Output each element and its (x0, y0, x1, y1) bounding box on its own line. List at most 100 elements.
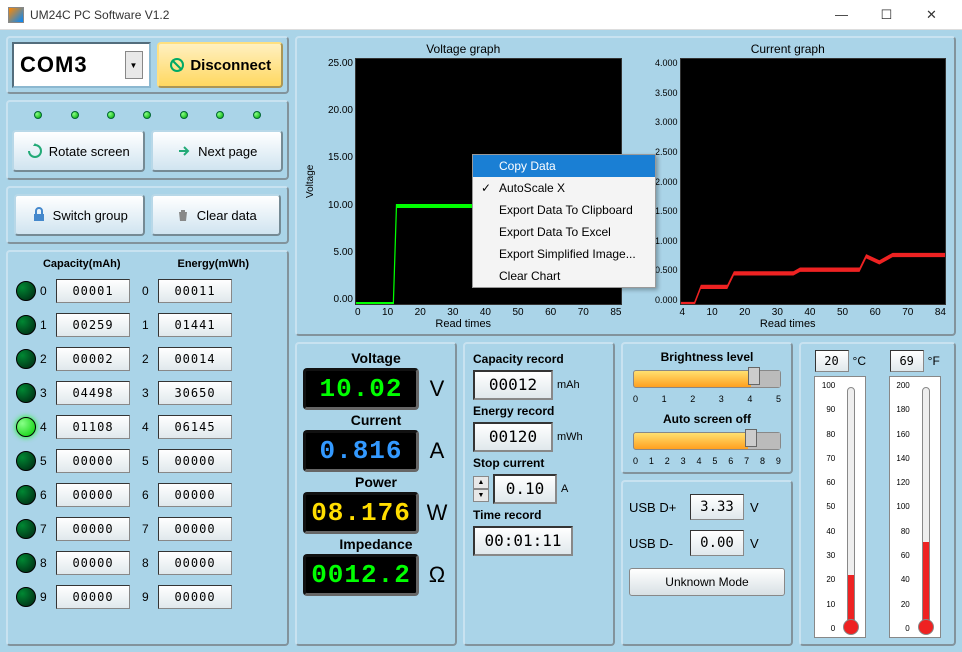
context-menu-item[interactable]: AutoScale X (473, 177, 655, 199)
context-menu-item[interactable]: Clear Chart (473, 265, 655, 287)
context-menu-item[interactable]: Export Data To Clipboard (473, 199, 655, 221)
current-unit: A (425, 438, 449, 464)
thermometer-bulb-icon (918, 619, 934, 635)
disconnect-button[interactable]: Disconnect (157, 42, 284, 88)
brightness-slider[interactable] (633, 370, 781, 388)
group-index: 3 (40, 386, 52, 400)
group-energy-value[interactable]: 00011 (158, 279, 232, 303)
group-led-icon (16, 553, 36, 573)
data-group-row: 7 00000 7 00000 (16, 512, 279, 546)
group-index: 5 (40, 454, 52, 468)
usb-dminus-label: USB D- (629, 536, 684, 551)
group-capacity-value[interactable]: 00000 (56, 449, 130, 473)
minimize-button[interactable]: — (819, 0, 864, 30)
app-body: COM3 ▼ Disconnect Rotate scre (0, 30, 962, 652)
usb-dplus-label: USB D+ (629, 500, 684, 515)
group-capacity-value[interactable]: 00000 (56, 551, 130, 575)
group-index: 0 (142, 284, 154, 298)
slider-thumb-icon[interactable] (745, 429, 757, 447)
group-energy-value[interactable]: 30650 (158, 381, 232, 405)
group-index: 2 (142, 352, 154, 366)
group-capacity-value[interactable]: 01108 (56, 415, 130, 439)
group-capacity-value[interactable]: 00002 (56, 347, 130, 371)
group-capacity-value[interactable]: 04498 (56, 381, 130, 405)
energy-record-unit: mWh (557, 431, 583, 443)
stop-current-unit: A (561, 483, 568, 495)
group-led-icon (16, 485, 36, 505)
data-group-row: 4 01108 4 06145 (16, 410, 279, 444)
context-menu-item[interactable]: Copy Data (473, 155, 655, 177)
data-group-row: 8 00000 8 00000 (16, 546, 279, 580)
context-menu-item[interactable]: Export Simplified Image... (473, 243, 655, 265)
maximize-button[interactable]: ☐ (864, 0, 909, 30)
group-capacity-value[interactable]: 00000 (56, 483, 130, 507)
group-index: 9 (142, 590, 154, 604)
clear-data-button[interactable]: Clear data (151, 194, 282, 236)
group-energy-value[interactable]: 06145 (158, 415, 232, 439)
status-led (107, 111, 115, 119)
capacity-header: Capacity(mAh) (16, 258, 148, 270)
connection-panel: COM3 ▼ Disconnect (6, 36, 289, 94)
group-led-icon (16, 519, 36, 539)
current-graph-title: Current graph (630, 42, 947, 56)
group-capacity-value[interactable]: 00259 (56, 313, 130, 337)
close-button[interactable]: ✕ (909, 0, 954, 30)
switch-group-button[interactable]: Switch group (14, 194, 145, 236)
group-led-icon (16, 417, 36, 437)
voltage-xticks: 01020304050607085 (305, 305, 622, 318)
rotate-screen-button[interactable]: Rotate screen (12, 130, 145, 172)
next-page-button[interactable]: Next page (151, 130, 284, 172)
com-port-select[interactable]: COM3 ▼ (12, 42, 151, 88)
slider-thumb-icon[interactable] (748, 367, 760, 385)
fahrenheit-unit: °F (928, 354, 940, 368)
current-lcd: 0.816 (303, 430, 419, 472)
group-led-icon (16, 281, 36, 301)
usb-dminus-unit: V (750, 536, 759, 551)
current-xlabel: Read times (630, 318, 947, 330)
voltage-ylabel: Voltage (305, 58, 319, 305)
current-xticks: 41020304050607084 (630, 305, 947, 318)
current-plot[interactable] (680, 58, 947, 305)
group-index: 6 (142, 488, 154, 502)
usb-mode-button[interactable]: Unknown Mode (629, 568, 785, 596)
brightness-ticks: 012345 (629, 394, 785, 404)
celsius-thermometer: 1009080706050403020100 (814, 376, 866, 638)
group-index: 1 (142, 318, 154, 332)
group-energy-value[interactable]: 00000 (158, 449, 232, 473)
data-group-row: 6 00000 6 00000 (16, 478, 279, 512)
group-index: 4 (142, 420, 154, 434)
group-energy-value[interactable]: 00014 (158, 347, 232, 371)
group-energy-value[interactable]: 01441 (158, 313, 232, 337)
spinner-down-icon[interactable]: ▼ (473, 489, 489, 502)
status-led (71, 111, 79, 119)
impedance-unit: Ω (425, 562, 449, 588)
thermometer-bulb-icon (843, 619, 859, 635)
context-menu-item[interactable]: Export Data To Excel (473, 221, 655, 243)
group-energy-value[interactable]: 00000 (158, 551, 232, 575)
data-group-row: 3 04498 3 30650 (16, 376, 279, 410)
usb-panel: USB D+ 3.33 V USB D- 0.00 V Unknown Mode (621, 480, 793, 646)
group-led-icon (16, 587, 36, 607)
stop-current-label: Stop current (473, 456, 605, 470)
group-capacity-value[interactable]: 00000 (56, 585, 130, 609)
stop-current-spinner[interactable]: ▲ ▼ (473, 476, 489, 502)
group-index: 1 (40, 318, 52, 332)
stop-current-value[interactable]: 0.10 (493, 474, 557, 504)
chevron-down-icon: ▼ (125, 51, 143, 79)
energy-record-label: Energy record (473, 404, 605, 418)
group-capacity-value[interactable]: 00001 (56, 279, 130, 303)
power-unit: W (425, 500, 449, 526)
context-menu: Copy DataAutoScale XExport Data To Clipb… (472, 154, 656, 288)
group-energy-value[interactable]: 00000 (158, 483, 232, 507)
voltage-xlabel: Read times (305, 318, 622, 330)
fahrenheit-thermometer: 200180160140120100806040200 (889, 376, 941, 638)
data-group-row: 5 00000 5 00000 (16, 444, 279, 478)
usb-dplus-value: 3.33 (690, 494, 744, 520)
spinner-up-icon[interactable]: ▲ (473, 476, 489, 489)
voltage-yticks: 25.0020.0015.0010.005.000.00 (319, 58, 355, 305)
group-capacity-value[interactable]: 00000 (56, 517, 130, 541)
group-energy-value[interactable]: 00000 (158, 517, 232, 541)
group-energy-value[interactable]: 00000 (158, 585, 232, 609)
capacity-record-label: Capacity record (473, 352, 605, 366)
screenoff-slider[interactable] (633, 432, 781, 450)
